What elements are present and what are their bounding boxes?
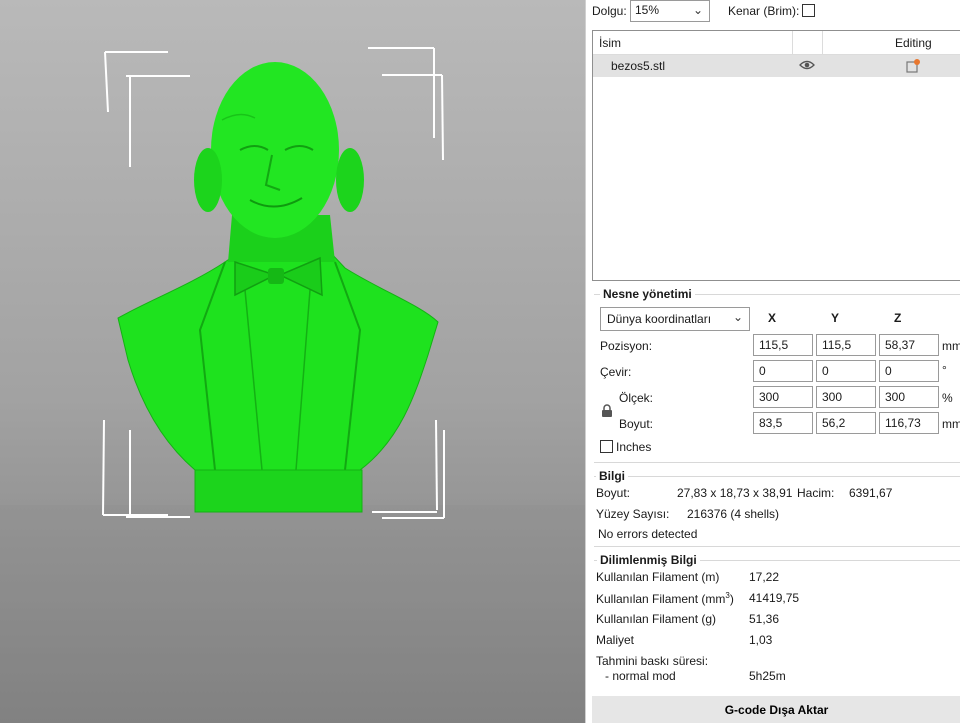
size-label: Boyut: bbox=[619, 417, 654, 431]
sliced-info-title: Dilimlenmiş Bilgi bbox=[597, 553, 700, 567]
rotation-y-input[interactable]: 0 bbox=[816, 360, 876, 382]
info-facets-label: Yüzey Sayısı: bbox=[596, 507, 670, 521]
size-x-input[interactable]: 83,5 bbox=[753, 412, 813, 434]
infill-label: Dolgu: bbox=[592, 4, 627, 18]
filament-mm3-close-paren: ) bbox=[729, 592, 734, 606]
scale-unit: % bbox=[942, 391, 953, 405]
inches-checkbox[interactable] bbox=[600, 440, 613, 453]
object-list-row[interactable]: bezos5.stl bbox=[593, 55, 960, 77]
chevron-down-icon: ⌄ bbox=[692, 3, 703, 17]
info-size-label: Boyut: bbox=[596, 486, 631, 500]
filament-m-label: Kullanılan Filament (m) bbox=[596, 570, 720, 584]
size-z-input[interactable]: 116,73 bbox=[879, 412, 939, 434]
info-size-value: 27,83 x 18,73 x 38,91 bbox=[677, 486, 793, 500]
rotation-unit: ° bbox=[942, 363, 947, 377]
column-header-name[interactable]: İsim bbox=[599, 36, 621, 50]
cost-value: 1,03 bbox=[749, 633, 773, 647]
brim-label: Kenar (Brim): bbox=[728, 4, 800, 18]
size-unit: mm bbox=[942, 417, 960, 431]
rotate-label: Çevir: bbox=[600, 365, 632, 379]
viewport-scene bbox=[0, 47, 585, 723]
column-header-editing[interactable]: Editing bbox=[895, 36, 932, 50]
size-y-input[interactable]: 56,2 bbox=[816, 412, 876, 434]
cost-label: Maliyet bbox=[596, 633, 635, 647]
rotation-z-input[interactable]: 0 bbox=[879, 360, 939, 382]
filament-g-value: 51,36 bbox=[749, 612, 780, 626]
position-y-input[interactable]: 115,5 bbox=[816, 334, 876, 356]
info-facets-value: 216376 (4 shells) bbox=[687, 507, 780, 521]
scale-x-input[interactable]: 300 bbox=[753, 386, 813, 408]
normal-mode-value: 5h25m bbox=[749, 669, 786, 683]
position-label: Pozisyon: bbox=[600, 339, 653, 353]
3d-viewport[interactable] bbox=[0, 0, 585, 723]
axis-y-label: Y bbox=[831, 311, 840, 325]
filament-m-value: 17,22 bbox=[749, 570, 780, 584]
axis-z-label: Z bbox=[894, 311, 902, 325]
axis-x-label: X bbox=[768, 311, 777, 325]
divider bbox=[594, 546, 960, 547]
brim-checkbox[interactable] bbox=[802, 4, 815, 17]
info-volume-value: 6391,67 bbox=[849, 486, 893, 500]
chevron-down-icon: ⌄ bbox=[732, 310, 743, 324]
inches-label[interactable]: Inches bbox=[616, 440, 651, 454]
position-unit: mm bbox=[942, 339, 960, 353]
eye-icon[interactable] bbox=[799, 58, 815, 75]
infill-value: 15% bbox=[635, 3, 660, 17]
coordinate-system-value: Dünya koordinatları bbox=[607, 312, 712, 326]
filament-g-label: Kullanılan Filament (g) bbox=[596, 612, 717, 626]
filament-mm3-label-text: Kullanılan Filament (mm bbox=[596, 592, 726, 606]
position-x-input[interactable]: 115,5 bbox=[753, 334, 813, 356]
infill-select[interactable]: 15% ⌄ bbox=[630, 0, 710, 22]
est-time-label: Tahmini baskı süresi: bbox=[596, 654, 709, 668]
edit-settings-icon[interactable] bbox=[905, 58, 921, 77]
info-title: Bilgi bbox=[596, 469, 628, 483]
rotation-x-input[interactable]: 0 bbox=[753, 360, 813, 382]
divider bbox=[594, 462, 960, 463]
settings-panel: Dolgu: 15% ⌄ Kenar (Brim): İsim Editing … bbox=[585, 0, 960, 723]
divider bbox=[594, 476, 960, 477]
object-list-header: İsim Editing bbox=[593, 31, 960, 55]
scale-z-input[interactable]: 300 bbox=[879, 386, 939, 408]
coordinate-system-select[interactable]: Dünya koordinatları ⌄ bbox=[600, 307, 750, 331]
column-divider bbox=[792, 31, 793, 55]
filament-mm3-label: Kullanılan Filament (mm3) bbox=[596, 591, 734, 606]
export-gcode-button[interactable]: G-code Dışa Aktar bbox=[592, 696, 960, 723]
position-z-input[interactable]: 58,37 bbox=[879, 334, 939, 356]
object-list[interactable]: İsim Editing bezos5.stl bbox=[592, 30, 960, 281]
info-volume-label: Hacim: bbox=[797, 486, 835, 500]
filament-mm3-value: 41419,75 bbox=[749, 591, 800, 605]
normal-mode-label: - normal mod bbox=[605, 669, 676, 683]
scale-y-input[interactable]: 300 bbox=[816, 386, 876, 408]
object-name[interactable]: bezos5.stl bbox=[611, 59, 665, 73]
lock-icon[interactable] bbox=[601, 404, 613, 421]
scale-label: Ölçek: bbox=[619, 391, 654, 405]
column-divider bbox=[822, 31, 823, 55]
info-errors: No errors detected bbox=[598, 527, 698, 541]
object-manipulation-title: Nesne yönetimi bbox=[600, 287, 695, 301]
bust-model[interactable] bbox=[117, 62, 439, 513]
